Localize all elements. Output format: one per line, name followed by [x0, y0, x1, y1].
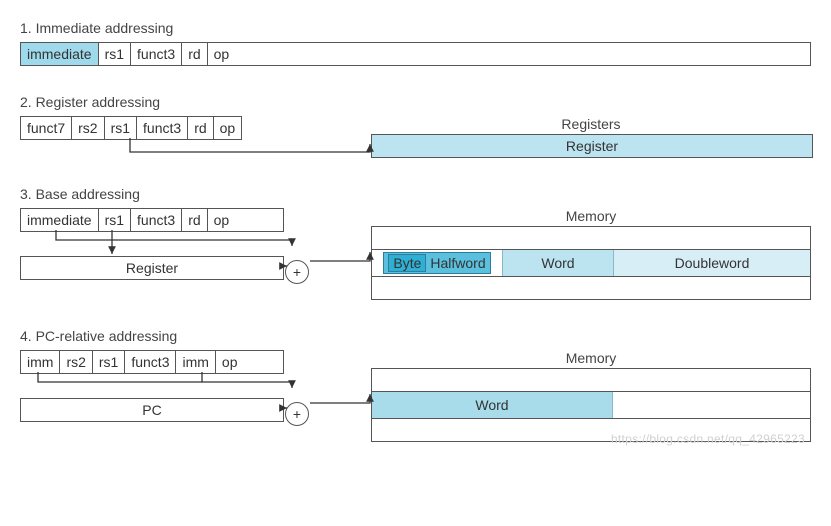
word-cell: Word	[503, 250, 614, 276]
memory-label-pcrel: Memory	[371, 350, 811, 366]
register-box: Register	[371, 134, 813, 158]
halfword-cell: Byte Halfword	[383, 252, 490, 274]
base-register-box: Register	[20, 256, 284, 280]
byte-cell: Byte	[388, 254, 426, 272]
adder-icon: +	[285, 260, 309, 284]
watermark: https://blog.csdn.net/qq_42965223	[611, 432, 805, 446]
halfword-label: Halfword	[430, 255, 485, 271]
pc-word-cell: Word	[372, 392, 613, 418]
field-funct7: funct7	[21, 117, 72, 139]
pc-mem-blank	[613, 392, 810, 418]
instr-fields-register: funct7 rs2 rs1 funct3 rd op	[20, 116, 242, 140]
section-pcrel: 4. PC-relative addressing imm rs2 rs1 fu…	[20, 328, 811, 442]
field-funct3: funct3	[125, 351, 176, 373]
field-rs2: rs2	[72, 117, 104, 139]
section-register: 2. Register addressing funct7 rs2 rs1 fu…	[20, 94, 811, 158]
field-rs1: rs1	[99, 43, 131, 65]
registers-label: Registers	[371, 116, 811, 132]
field-rs2: rs2	[60, 351, 92, 373]
field-imm-hi: imm	[21, 351, 60, 373]
field-op: op	[208, 43, 236, 65]
title-pcrel: 4. PC-relative addressing	[20, 328, 811, 344]
field-op: op	[208, 209, 236, 231]
memory-box-base: Byte Halfword Word Doubleword	[371, 226, 811, 300]
section-base: 3. Base addressing immediate rs1 funct3 …	[20, 186, 811, 300]
field-rs1: rs1	[93, 351, 125, 373]
field-op: op	[216, 351, 244, 373]
memory-label-base: Memory	[371, 208, 811, 224]
field-op: op	[214, 117, 242, 139]
adder-icon-pc: +	[285, 402, 309, 426]
field-immediate: immediate	[21, 209, 99, 231]
title-register: 2. Register addressing	[20, 94, 811, 110]
title-immediate: 1. Immediate addressing	[20, 20, 811, 36]
field-rd: rd	[182, 43, 207, 65]
doubleword-cell: Doubleword	[614, 250, 810, 276]
title-base: 3. Base addressing	[20, 186, 811, 202]
instr-fields-pcrel: imm rs2 rs1 funct3 imm op	[20, 350, 284, 374]
field-rd: rd	[188, 117, 213, 139]
field-rs1: rs1	[99, 209, 131, 231]
instr-fields-immediate: immediate rs1 funct3 rd op	[20, 42, 811, 66]
field-immediate: immediate	[21, 43, 99, 65]
memory-box-pcrel: Word	[371, 368, 811, 442]
pc-box: PC	[20, 398, 284, 422]
field-funct3: funct3	[137, 117, 188, 139]
field-funct3: funct3	[131, 209, 182, 231]
section-immediate: 1. Immediate addressing immediate rs1 fu…	[20, 20, 811, 66]
field-rs1: rs1	[105, 117, 137, 139]
field-rd: rd	[182, 209, 207, 231]
field-funct3: funct3	[131, 43, 182, 65]
field-imm-lo: imm	[176, 351, 215, 373]
instr-fields-base: immediate rs1 funct3 rd op	[20, 208, 284, 232]
